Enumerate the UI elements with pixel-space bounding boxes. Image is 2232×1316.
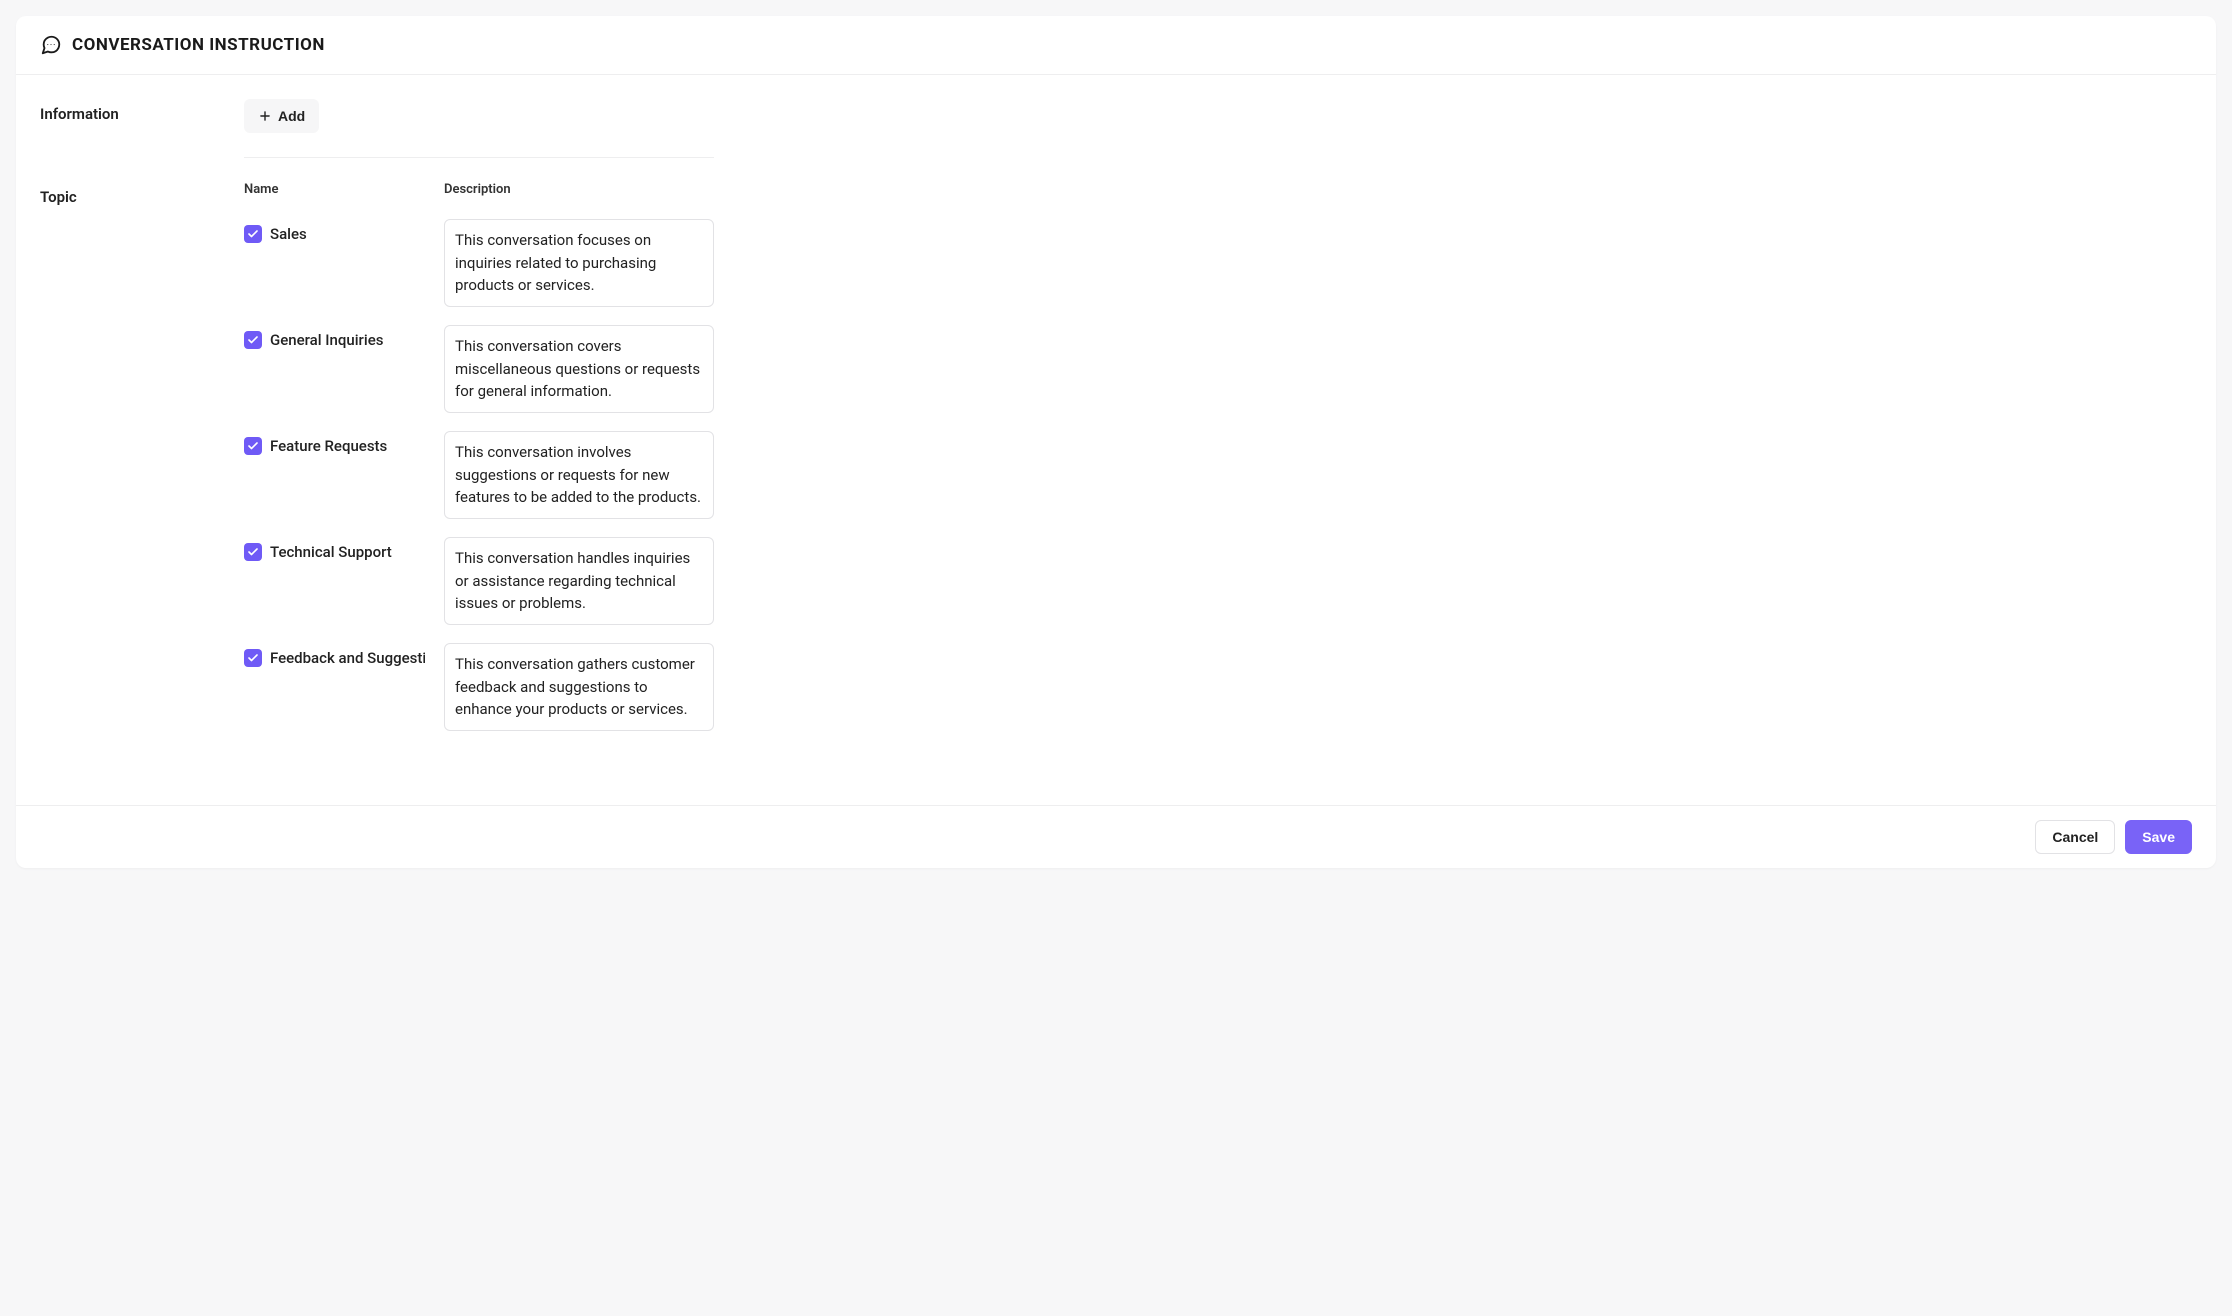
topic-description-input[interactable] [444, 537, 714, 625]
topic-checkbox[interactable] [244, 437, 262, 455]
topic-description-input[interactable] [444, 431, 714, 519]
topic-name-cell: General Inquiries [244, 325, 434, 349]
topic-checkbox[interactable] [244, 649, 262, 667]
topic-name-text: Sales [270, 225, 307, 243]
cancel-button[interactable]: Cancel [2035, 820, 2115, 854]
topic-description-input[interactable] [444, 219, 714, 307]
topic-row: General Inquiries [244, 317, 714, 423]
topic-description-input[interactable] [444, 643, 714, 731]
card-body: Information Add Topic Name [16, 75, 2216, 805]
topic-name-text: Technical Support [270, 543, 392, 561]
topic-description-input[interactable] [444, 325, 714, 413]
topic-name-cell: Feature Requests [244, 431, 434, 455]
card-header: CONVERSATION INSTRUCTION [16, 16, 2216, 75]
information-section: Information Add [40, 99, 2192, 158]
card-title: CONVERSATION INSTRUCTION [72, 35, 325, 55]
topic-row: Technical Support [244, 529, 714, 635]
topic-row: Feature Requests [244, 423, 714, 529]
topic-section: Topic Name Description Sales General Inqu… [40, 182, 2192, 741]
card-footer: Cancel Save [16, 805, 2216, 868]
save-button[interactable]: Save [2125, 820, 2192, 854]
information-divider [244, 157, 714, 158]
information-content: Add [244, 99, 714, 158]
topic-name-text: Feature Requests [270, 437, 387, 455]
topic-name-cell: Feedback and Suggestions [244, 643, 434, 667]
topic-checkbox[interactable] [244, 225, 262, 243]
information-label: Information [40, 99, 230, 123]
topic-name-text: General Inquiries [270, 331, 383, 349]
topic-name-text: Feedback and Suggestions [270, 649, 425, 667]
topic-checkbox[interactable] [244, 331, 262, 349]
column-description-header: Description [444, 182, 714, 197]
topic-rows-container: Sales General Inquiries Feature Requests Te… [244, 211, 714, 741]
add-button-label: Add [278, 108, 305, 124]
column-name-header: Name [244, 182, 434, 197]
topic-table-head: Name Description [244, 182, 714, 211]
topic-name-cell: Sales [244, 219, 434, 243]
add-information-button[interactable]: Add [244, 99, 319, 133]
chat-icon [40, 34, 62, 56]
conversation-instruction-card: CONVERSATION INSTRUCTION Information Add [16, 16, 2216, 868]
plus-icon [258, 109, 272, 123]
topic-label: Topic [40, 182, 230, 206]
topic-row: Feedback and Suggestions [244, 635, 714, 741]
topic-checkbox[interactable] [244, 543, 262, 561]
topic-table: Name Description Sales General Inquiries F… [244, 182, 714, 741]
topic-name-cell: Technical Support [244, 537, 434, 561]
topic-row: Sales [244, 211, 714, 317]
